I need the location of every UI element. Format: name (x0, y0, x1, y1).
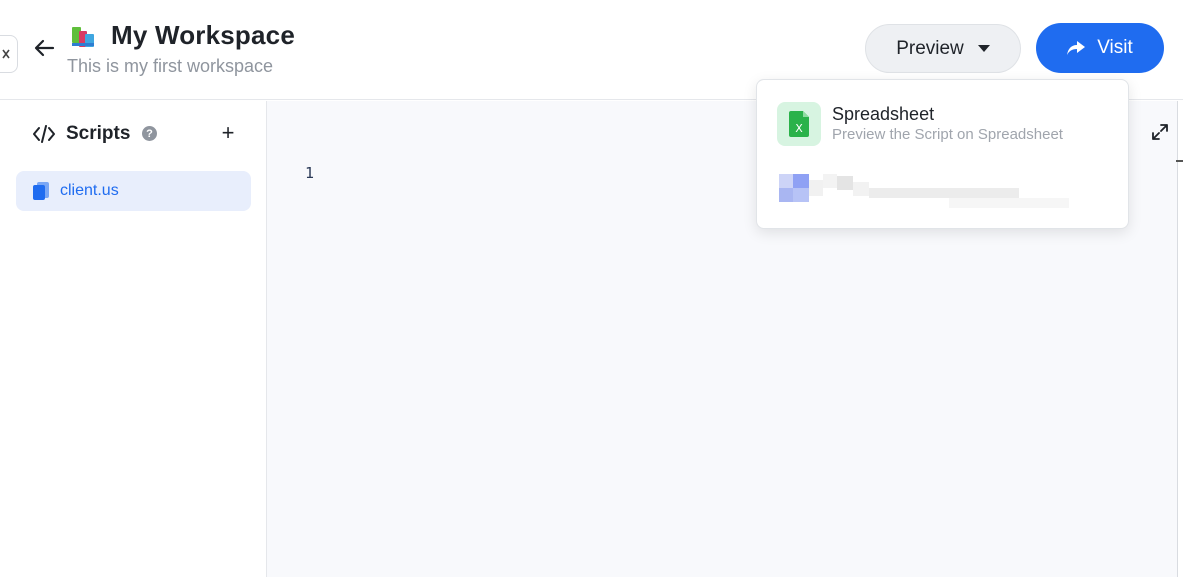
line-number: 1 (305, 164, 315, 182)
page-subtitle: This is my first workspace (67, 56, 274, 76)
preview-option-spreadsheet[interactable]: X Spreadsheet Preview the Script on Spre… (777, 100, 1107, 148)
redacted-option[interactable] (779, 174, 1069, 210)
collapse-sidebar-button[interactable] (0, 35, 18, 73)
right-panel-edge (1177, 101, 1183, 577)
script-item-label: client.us (60, 182, 119, 199)
expand-icon[interactable] (1151, 123, 1169, 141)
preview-dropdown: X Spreadsheet Preview the Script on Spre… (756, 79, 1129, 229)
help-icon[interactable]: ? (142, 126, 157, 141)
preview-option-title: Spreadsheet (832, 104, 935, 124)
share-arrow-icon (1067, 41, 1086, 55)
arrow-left-icon (34, 39, 55, 57)
scripts-header: Scripts (32, 123, 130, 145)
preview-button[interactable]: Preview (865, 24, 1021, 73)
close-icon (2, 49, 10, 59)
svg-text:X: X (795, 122, 803, 135)
preview-button-label: Preview (896, 37, 964, 59)
sidebar: Scripts ? + client.us (0, 101, 267, 577)
file-icon (33, 182, 49, 200)
back-button[interactable] (30, 34, 58, 62)
books-icon (72, 27, 94, 47)
page-title: My Workspace (111, 20, 295, 50)
visit-button[interactable]: Visit (1036, 23, 1164, 73)
divider (1176, 160, 1183, 162)
scripts-title: Scripts (66, 123, 131, 144)
visit-button-label: Visit (1097, 37, 1133, 58)
spreadsheet-icon-wrapper: X (777, 102, 821, 146)
caret-down-icon (977, 44, 990, 52)
code-icon (33, 125, 55, 143)
add-script-button[interactable]: + (218, 120, 238, 145)
script-item-client-us[interactable]: client.us (16, 171, 251, 211)
spreadsheet-icon: X (789, 111, 809, 137)
preview-option-text: Spreadsheet Preview the Script on Spread… (832, 103, 1063, 145)
preview-option-description: Preview the Script on Spreadsheet (832, 126, 1063, 143)
